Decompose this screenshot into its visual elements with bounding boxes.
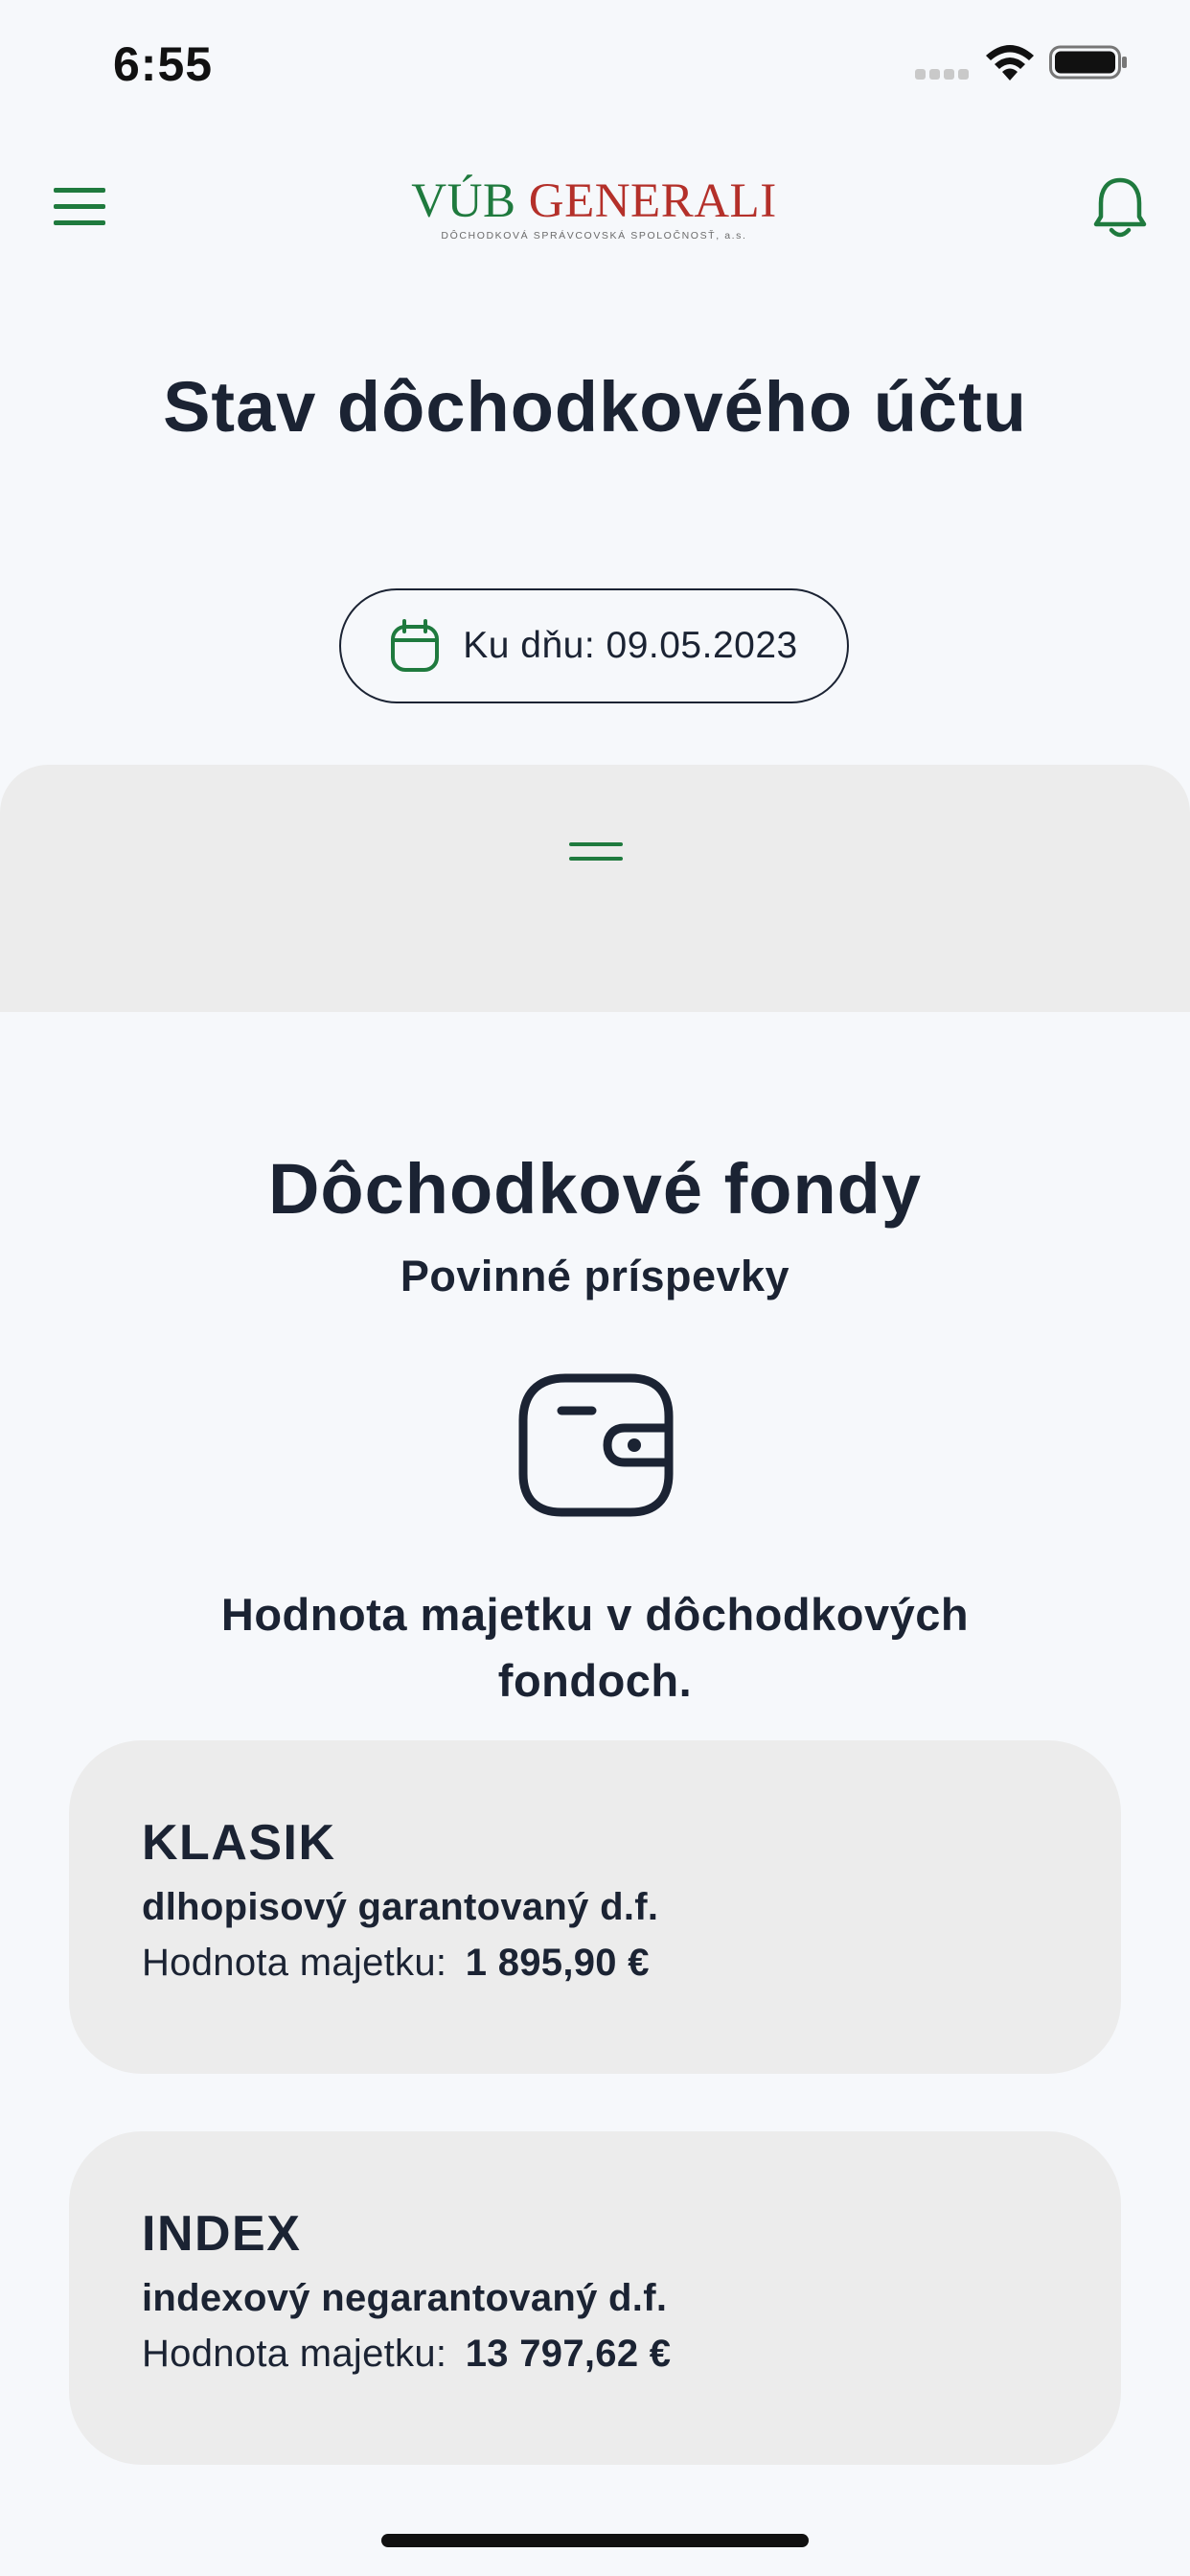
calendar-icon	[391, 619, 440, 672]
date-picker-button[interactable]: Ku dňu: 09.05.2023	[339, 588, 849, 703]
battery-icon	[1049, 45, 1127, 80]
fund-name: INDEX	[142, 2206, 302, 2262]
vub-generali-logo: VÚB GENERALI DÔCHODKOVÁ SPRÁVCOVSKÁ SPOL…	[402, 174, 786, 253]
fund-type: indexový negarantovaný d.f.	[142, 2277, 668, 2319]
home-indicator[interactable]	[381, 2534, 809, 2547]
section-subtitle: Povinné príspevky	[400, 1252, 790, 1300]
status-time: 6:55	[113, 37, 214, 91]
logo-subtitle: DÔCHODKOVÁ SPRÁVCOVSKÁ SPOLOČNOSŤ, a.s.	[441, 230, 747, 242]
wifi-icon	[986, 45, 1034, 80]
fund-value-row: Hodnota majetku: 13 797,62 €	[142, 2325, 1121, 2382]
fund-card-klasik[interactable]: KLASIK dlhopisový garantovaný d.f. Hodno…	[69, 1740, 1121, 2074]
cellular-signal-icon	[915, 69, 971, 80]
fund-value-label: Hodnota majetku:	[142, 1942, 447, 1984]
fund-name: KLASIK	[142, 1815, 336, 1871]
logo-brand-generali: GENERALI	[528, 174, 777, 228]
wallet-icon	[518, 1373, 674, 1517]
fund-value-row: Hodnota majetku: 1 895,90 €	[142, 1934, 1121, 1991]
logo-brand-vub: VÚB	[411, 174, 516, 228]
page-title: Stav dôchodkového účtu	[163, 367, 1027, 447]
fund-card-index[interactable]: INDEX indexový negarantovaný d.f. Hodnot…	[69, 2131, 1121, 2465]
hamburger-menu-icon[interactable]	[52, 182, 109, 232]
fund-value-amount: 1 895,90 €	[465, 1942, 650, 1984]
date-label: Ku dňu: 09.05.2023	[463, 625, 798, 666]
collapsible-panel[interactable]	[0, 765, 1190, 1012]
bell-icon[interactable]	[1092, 174, 1148, 242]
section-description: Hodnota majetku v dôchodkových fondoch.	[220, 1589, 970, 1706]
fund-type: dlhopisový garantovaný d.f.	[142, 1886, 659, 1928]
fund-value-label: Hodnota majetku:	[142, 2333, 447, 2375]
fund-value-amount: 13 797,62 €	[465, 2333, 672, 2375]
drag-handle-icon[interactable]	[569, 840, 623, 864]
section-title: Dôchodkové fondy	[267, 1149, 923, 1229]
